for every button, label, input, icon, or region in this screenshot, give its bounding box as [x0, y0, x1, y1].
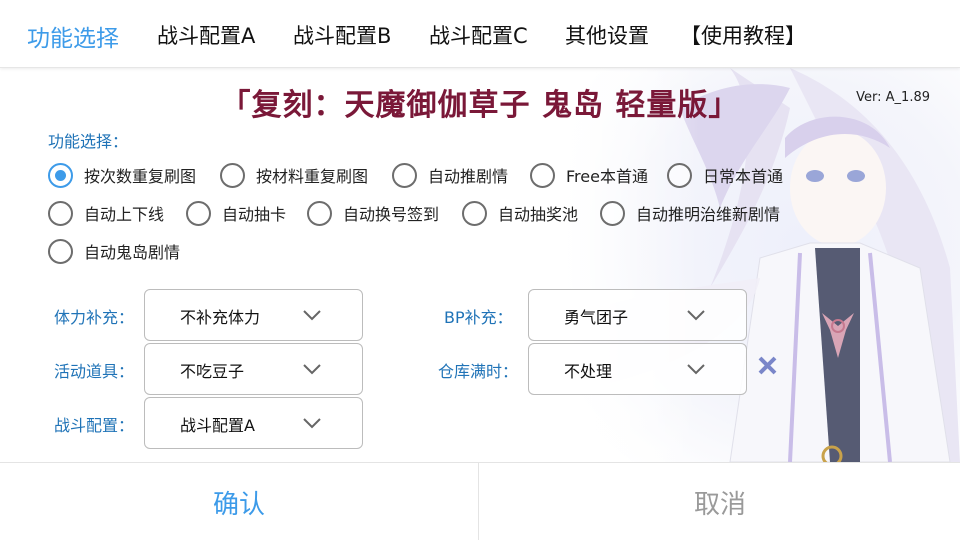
- radio-button[interactable]: [220, 162, 245, 188]
- radio-button[interactable]: [530, 162, 555, 188]
- chevron-down-icon: [303, 310, 321, 321]
- radio-button[interactable]: [600, 200, 625, 226]
- chevron-down-icon: [687, 364, 705, 375]
- radio-auto-gacha[interactable]: 自动抽卡: [186, 200, 286, 226]
- radio-label: 自动换号签到: [343, 205, 440, 224]
- version-label: Ver: A_1.89: [856, 90, 930, 105]
- battle-config-label: 战斗配置：: [54, 416, 135, 435]
- radio-button[interactable]: [462, 200, 487, 226]
- confirm-button[interactable]: 确认: [0, 463, 479, 540]
- tab-bar: 功能选择 战斗配置A 战斗配置B 战斗配置C 其他设置 【使用教程】: [0, 0, 960, 68]
- radio-label: 自动推明治维新剧情: [636, 205, 781, 224]
- chevron-down-icon: [303, 364, 321, 375]
- radio-repeat-by-count[interactable]: 按次数重复刷图: [48, 162, 196, 188]
- chevron-down-icon: [687, 310, 705, 321]
- radio-button[interactable]: [667, 162, 692, 188]
- tab-tutorial[interactable]: 【使用教程】: [680, 20, 806, 50]
- radio-auto-login-logout[interactable]: 自动上下线: [48, 200, 164, 226]
- radio-label: 自动推剧情: [428, 167, 509, 186]
- radio-label: 按次数重复刷图: [84, 167, 197, 186]
- radio-label: 日常本首通: [703, 167, 784, 186]
- page-title: 「复刻：天魔御伽草子 鬼岛 轻量版」: [220, 88, 740, 123]
- function-select-label: 功能选择：: [48, 132, 129, 151]
- radio-free-first-clear[interactable]: Free本首通: [530, 162, 648, 188]
- tab-battle-config-a[interactable]: 战斗配置A: [157, 20, 255, 50]
- radio-button[interactable]: [307, 200, 332, 226]
- radio-button-checked[interactable]: [48, 162, 73, 188]
- select-value: 不处理: [564, 362, 613, 381]
- event-item-label: 活动道具：: [54, 362, 135, 381]
- bp-select[interactable]: 勇气团子: [528, 289, 747, 341]
- select-value: 勇气团子: [564, 308, 629, 327]
- radio-label: Free本首通: [566, 167, 648, 186]
- tab-battle-config-c[interactable]: 战斗配置C: [429, 20, 528, 50]
- radio-button[interactable]: [186, 200, 211, 226]
- warehouse-full-select[interactable]: 不处理: [528, 343, 747, 395]
- stamina-select[interactable]: 不补充体力: [144, 289, 363, 341]
- radio-label: 按材料重复刷图: [256, 167, 369, 186]
- main-panel: 「复刻：天魔御伽草子 鬼岛 轻量版」 Ver: A_1.89 功能选择： 按次数…: [0, 68, 960, 462]
- tab-battle-config-b[interactable]: 战斗配置B: [293, 20, 391, 50]
- radio-auto-onigashima-story[interactable]: 自动鬼岛剧情: [48, 238, 180, 264]
- radio-auto-story[interactable]: 自动推剧情: [392, 162, 508, 188]
- radio-button[interactable]: [48, 238, 73, 264]
- radio-auto-lottery[interactable]: 自动抽奖池: [462, 200, 578, 226]
- radio-label: 自动上下线: [84, 205, 165, 224]
- stamina-label: 体力补充：: [54, 308, 135, 327]
- tab-other-settings[interactable]: 其他设置: [565, 20, 649, 50]
- radio-label: 自动抽卡: [222, 205, 287, 224]
- radio-auto-meiji-story[interactable]: 自动推明治维新剧情: [600, 200, 780, 226]
- warehouse-full-label: 仓库满时：: [438, 362, 519, 381]
- select-value: 战斗配置A: [180, 416, 255, 435]
- radio-auto-account-signin[interactable]: 自动换号签到: [307, 200, 439, 226]
- battle-config-select[interactable]: 战斗配置A: [144, 397, 363, 449]
- bp-label: BP补充：: [444, 308, 513, 327]
- chevron-down-icon: [303, 418, 321, 429]
- radio-label: 自动鬼岛剧情: [84, 243, 181, 262]
- dialog-button-bar: 确认 取消: [0, 462, 960, 540]
- radio-repeat-by-material[interactable]: 按材料重复刷图: [220, 162, 368, 188]
- select-value: 不补充体力: [180, 308, 261, 327]
- tab-function-select[interactable]: 功能选择: [27, 19, 119, 53]
- radio-label: 自动抽奖池: [498, 205, 579, 224]
- event-item-select[interactable]: 不吃豆子: [144, 343, 363, 395]
- radio-daily-first-clear[interactable]: 日常本首通: [667, 162, 783, 188]
- radio-button[interactable]: [392, 162, 417, 188]
- radio-button[interactable]: [48, 200, 73, 226]
- select-value: 不吃豆子: [180, 362, 245, 381]
- cancel-button[interactable]: 取消: [480, 463, 960, 540]
